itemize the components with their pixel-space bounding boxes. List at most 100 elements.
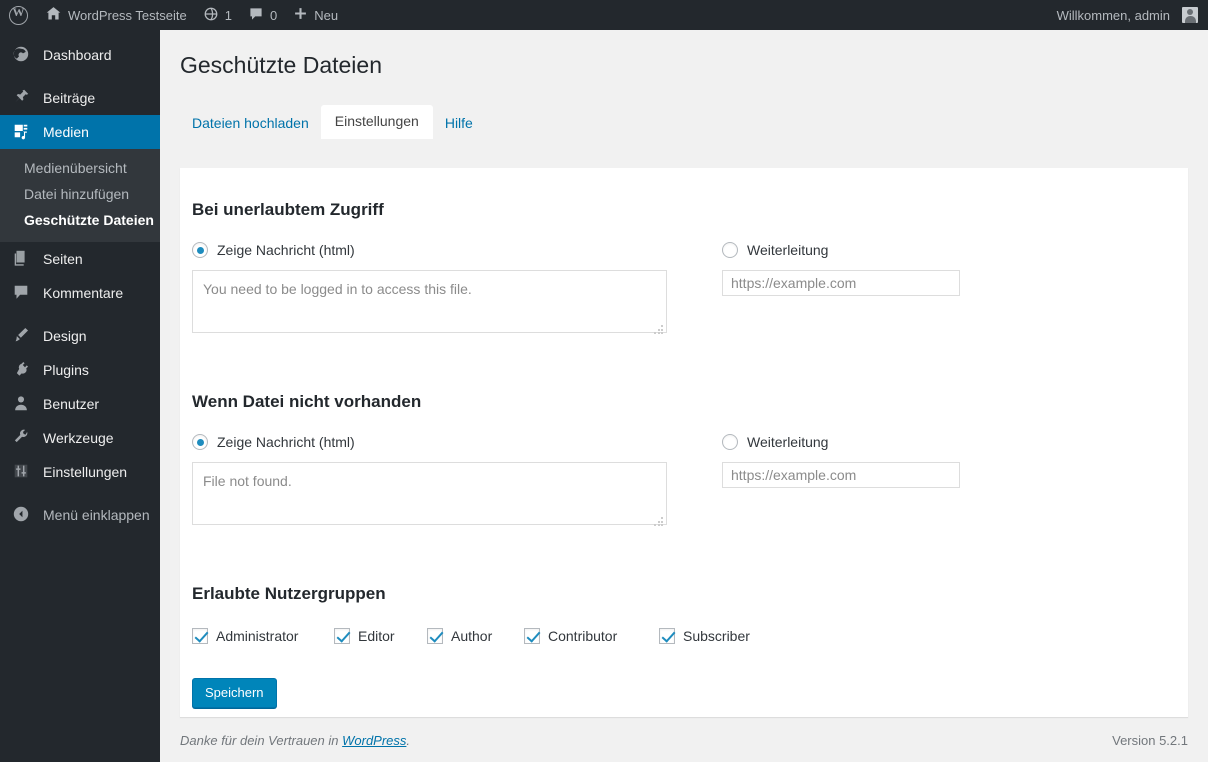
sidebar-item-label: Einstellungen [43, 464, 128, 480]
sidebar-item-comments[interactable]: Kommentare [0, 276, 160, 310]
media-icon [12, 122, 32, 142]
notfound-message-column: Zeige Nachricht (html) [192, 434, 722, 530]
settings-icon [12, 462, 32, 482]
role-label: Editor [358, 628, 395, 644]
sidebar-subitem-add-media[interactable]: Datei hinzufügen [0, 181, 160, 207]
section-heading: Erlaubte Nutzergruppen [192, 584, 386, 603]
radio-label: Zeige Nachricht (html) [217, 434, 355, 450]
sidebar-submenu-media: Medienübersicht Datei hinzufügen Geschüt… [0, 149, 160, 242]
version-label: Version 5.2.1 [1112, 732, 1188, 748]
pages-icon [12, 249, 32, 269]
users-icon [12, 394, 32, 414]
sidebar-item-appearance[interactable]: Design [0, 319, 160, 353]
tab-help[interactable]: Hilfe [433, 108, 485, 139]
admin-sidebar: Dashboard Beiträge Medien Medienübersich… [0, 30, 168, 762]
plus-icon [293, 6, 308, 24]
site-name-label: WordPress Testseite [68, 7, 187, 23]
role-checkbox-subscriber[interactable]: Subscriber [659, 628, 750, 644]
radio-button[interactable] [192, 434, 208, 450]
sidebar-item-pages[interactable]: Seiten [0, 242, 160, 276]
checkbox[interactable] [659, 628, 675, 644]
sidebar-item-label: Kommentare [43, 285, 124, 301]
sidebar-item-dashboard[interactable]: Dashboard [0, 38, 160, 72]
radio-button[interactable] [192, 242, 208, 258]
site-name-button[interactable]: WordPress Testseite [37, 0, 195, 30]
sidebar-subitem-media-library[interactable]: Medienübersicht [0, 155, 160, 181]
new-content-button[interactable]: Neu [285, 0, 346, 30]
main-content: Geschützte Dateien Dateien hochladen Ein… [160, 30, 1208, 762]
sidebar-item-label: Medien [43, 124, 89, 140]
sidebar-item-label: Menü einklappen [43, 507, 150, 523]
sidebar-subitem-protected-files[interactable]: Geschützte Dateien [0, 207, 160, 233]
appearance-icon [12, 326, 32, 346]
sidebar-item-posts[interactable]: Beiträge [0, 81, 160, 115]
settings-panel: Bei unerlaubtem Zugriff Zeige Nachricht … [180, 168, 1188, 717]
unauthorized-redirect-input[interactable] [722, 270, 960, 296]
sidebar-item-tools[interactable]: Werkzeuge [0, 421, 160, 455]
footer-thanks-suffix: . [406, 732, 411, 748]
comments-button[interactable]: 0 [240, 0, 285, 30]
section-file-not-found: Wenn Datei nicht vorhanden Zeige Nachric… [192, 392, 960, 530]
role-checkbox-editor[interactable]: Editor [334, 628, 427, 644]
collapse-icon [12, 505, 32, 525]
sidebar-item-settings[interactable]: Einstellungen [0, 455, 160, 489]
role-label: Subscriber [683, 628, 750, 644]
sidebar-item-label: Benutzer [43, 396, 100, 412]
notfound-redirect-input[interactable] [722, 462, 960, 488]
checkbox[interactable] [334, 628, 350, 644]
radio-label: Weiterleitung [747, 242, 829, 258]
unauthorized-redirect-column: Weiterleitung [722, 242, 960, 338]
comment-bubble-icon [248, 6, 264, 25]
radio-button[interactable] [722, 434, 738, 450]
sidebar-item-collapse-menu[interactable]: Menü einklappen [0, 498, 160, 532]
updates-button[interactable]: 1 [195, 0, 240, 30]
unauthorized-message-column: Zeige Nachricht (html) [192, 242, 722, 338]
plugins-icon [12, 360, 32, 380]
section-heading: Bei unerlaubtem Zugriff [192, 200, 384, 219]
wordpress-link[interactable]: WordPress [342, 733, 406, 748]
footer-thanks: Danke für dein Vertrauen in WordPress. [180, 733, 410, 748]
home-icon [45, 5, 62, 25]
notfound-redirect-option[interactable]: Weiterleitung [722, 434, 960, 450]
wordpress-logo-button[interactable] [0, 0, 37, 30]
role-checkbox-administrator[interactable]: Administrator [192, 628, 334, 644]
avatar-icon [1182, 7, 1198, 23]
save-button[interactable]: Speichern [192, 678, 277, 708]
sidebar-item-label: Beiträge [43, 90, 96, 106]
radio-button[interactable] [722, 242, 738, 258]
section-allowed-roles: Erlaubte Nutzergruppen Administrator Edi… [192, 584, 750, 644]
sidebar-item-label: Plugins [43, 362, 89, 378]
checkbox[interactable] [427, 628, 443, 644]
greeting-label: Willkommen, admin [1056, 7, 1170, 23]
dashboard-icon [12, 45, 32, 65]
sidebar-item-media[interactable]: Medien [0, 115, 168, 149]
role-label: Contributor [548, 628, 618, 644]
new-content-label: Neu [314, 7, 339, 23]
pin-icon [12, 88, 32, 108]
comments-count: 0 [269, 7, 278, 23]
tab-settings[interactable]: Einstellungen [320, 104, 433, 139]
sidebar-item-label: Dashboard [43, 47, 112, 63]
unauthorized-redirect-option[interactable]: Weiterleitung [722, 242, 960, 258]
notfound-redirect-column: Weiterleitung [722, 434, 960, 530]
sidebar-item-label: Design [43, 328, 87, 344]
admin-footer: Danke für dein Vertrauen in WordPress. V… [180, 717, 1188, 762]
role-checkbox-author[interactable]: Author [427, 628, 524, 644]
radio-label: Zeige Nachricht (html) [217, 242, 355, 258]
comment-icon [12, 283, 32, 303]
unauthorized-show-message-option[interactable]: Zeige Nachricht (html) [192, 242, 722, 258]
role-label: Administrator [216, 628, 299, 644]
account-menu-button[interactable]: Willkommen, admin [1049, 0, 1208, 30]
tab-upload-files[interactable]: Dateien hochladen [180, 108, 321, 139]
sidebar-divider [0, 489, 160, 498]
notfound-show-message-option[interactable]: Zeige Nachricht (html) [192, 434, 722, 450]
checkbox[interactable] [192, 628, 208, 644]
tools-icon [12, 428, 32, 448]
sidebar-item-users[interactable]: Benutzer [0, 387, 160, 421]
role-checkbox-contributor[interactable]: Contributor [524, 628, 659, 644]
page-title: Geschützte Dateien [180, 52, 383, 78]
checkbox[interactable] [524, 628, 540, 644]
sidebar-item-plugins[interactable]: Plugins [0, 353, 160, 387]
notfound-message-textarea[interactable] [192, 462, 667, 525]
unauthorized-message-textarea[interactable] [192, 270, 667, 333]
